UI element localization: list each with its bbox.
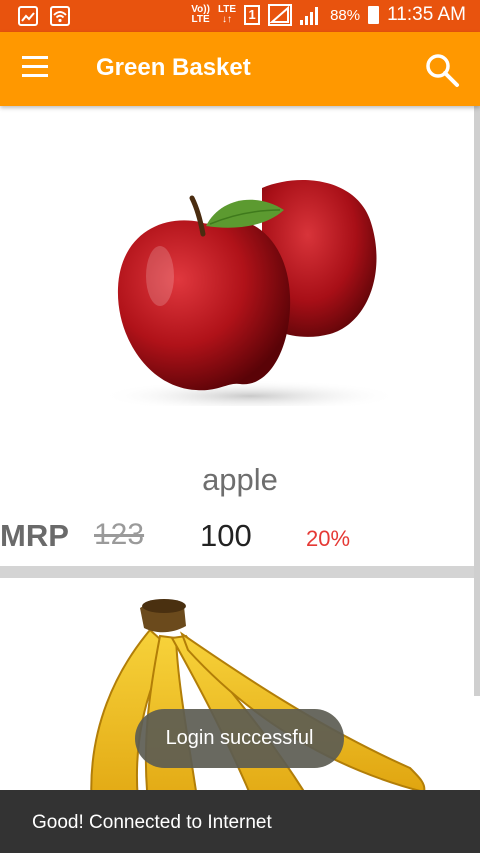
volte-bottom-text: LTE <box>191 14 210 25</box>
status-bar: Vo)) LTE LTE ↓↑ 1 88% 11:35 AM <box>0 0 480 32</box>
lte-indicator: LTE ↓↑ <box>218 5 236 25</box>
wifi-notification-icon <box>50 6 70 26</box>
clock: 11:35 AM <box>387 4 466 25</box>
battery-icon <box>368 6 380 24</box>
discount-badge: 20% <box>306 526 351 551</box>
scrollbar[interactable] <box>474 106 480 696</box>
signal-strength-icon <box>300 7 319 25</box>
sim-slot-indicator: 1 <box>244 5 261 25</box>
battery-percent: 88% <box>330 6 361 24</box>
snackbar: Good! Connected to Internet <box>0 790 480 853</box>
signal-empty-icon <box>268 4 293 26</box>
apple-image <box>100 180 400 406</box>
app-title: Green Basket <box>96 54 251 81</box>
mrp-label: MRP <box>0 518 69 553</box>
menu-icon[interactable] <box>22 56 52 82</box>
status-left-icons <box>18 6 70 26</box>
product-card-apple[interactable]: apple MRP 123 100 20% <box>0 106 474 566</box>
selling-price: 100 <box>200 518 252 553</box>
search-icon[interactable] <box>422 50 462 90</box>
card-divider <box>0 566 480 578</box>
original-price: 123 <box>94 518 145 551</box>
snackbar-message: Good! Connected to Internet <box>32 812 272 833</box>
app-bar: Green Basket <box>0 32 480 106</box>
product-name: apple <box>202 462 278 497</box>
volte-indicator: Vo)) LTE <box>191 5 210 25</box>
gallery-notification-icon <box>18 6 38 26</box>
toast-message: Login successful <box>135 709 344 768</box>
status-right-icons: Vo)) LTE LTE ↓↑ 1 88% 11:35 AM <box>191 4 466 26</box>
data-arrows-icon: ↓↑ <box>222 14 233 25</box>
